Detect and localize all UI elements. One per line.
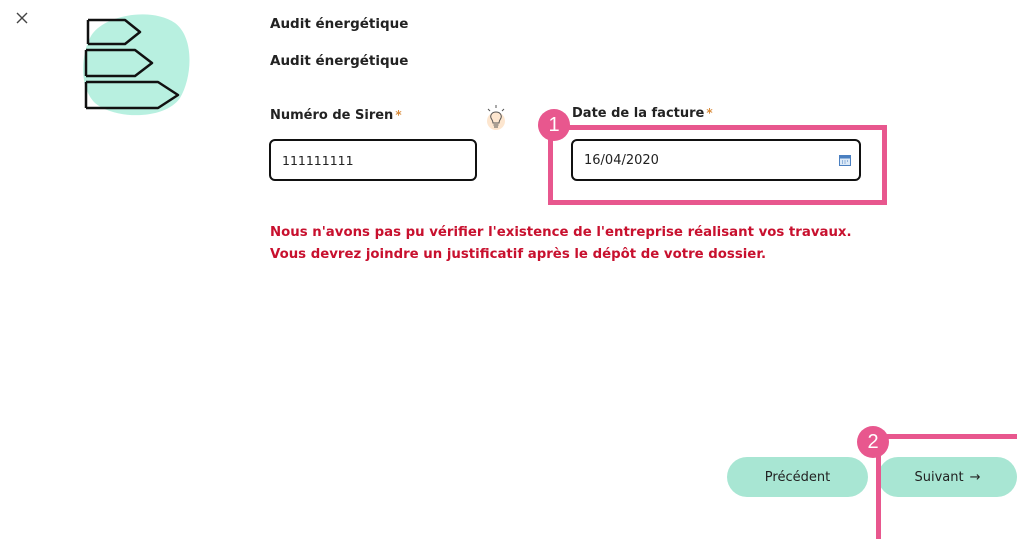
siren-input[interactable]: 111111111	[269, 139, 477, 181]
siren-value: 111111111	[282, 152, 354, 168]
error-message: Nous n'avons pas pu vérifier l'existence…	[270, 222, 852, 266]
invoice-date-label-text: Date de la facture	[572, 106, 705, 121]
form-subtitle: Audit énergétique	[270, 53, 409, 69]
lightbulb-icon[interactable]	[484, 103, 508, 131]
invoice-date-label: Date de la facture *	[572, 106, 713, 121]
step-badge-2: 2	[857, 426, 889, 458]
highlight-invoice-date	[548, 125, 887, 205]
highlight-next-button	[876, 434, 1017, 539]
close-icon[interactable]	[12, 8, 32, 28]
siren-label-text: Numéro de Siren	[270, 108, 394, 123]
signpost-illustration	[80, 8, 195, 123]
error-line: Nous n'avons pas pu vérifier l'existence…	[270, 225, 852, 240]
previous-label: Précédent	[764, 469, 831, 485]
form-title: Audit énergétique	[270, 16, 409, 32]
step-badge-1: 1	[538, 109, 570, 141]
required-mark: *	[395, 108, 402, 122]
siren-label: Numéro de Siren *	[270, 108, 402, 123]
error-line: Vous devrez joindre un justificatif aprè…	[270, 247, 767, 262]
previous-button[interactable]: Précédent	[727, 457, 868, 497]
required-mark: *	[706, 106, 713, 120]
